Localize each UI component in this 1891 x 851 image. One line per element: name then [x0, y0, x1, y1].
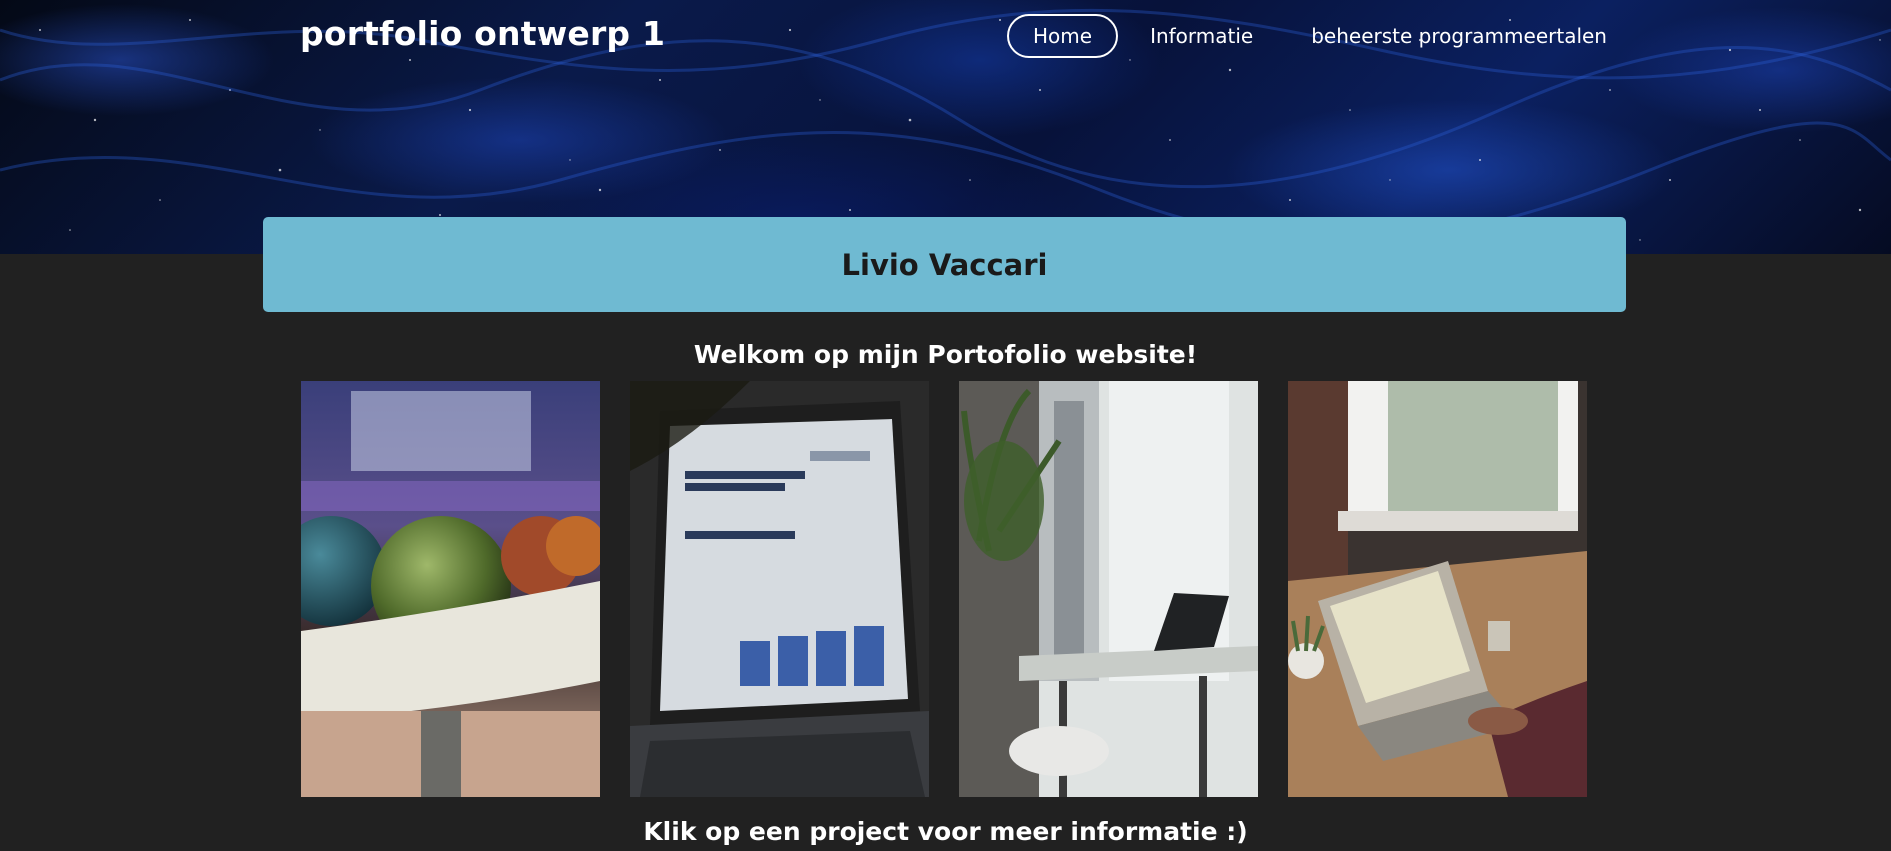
project-card-1[interactable] [301, 381, 600, 797]
project-card-3[interactable] [959, 381, 1258, 797]
laptop-screen-image [630, 381, 929, 797]
nav-home[interactable]: Home [1007, 14, 1119, 58]
bowling-balls-image [301, 381, 600, 797]
project-gallery [301, 381, 1587, 797]
person-typing-image [1288, 381, 1587, 797]
welcome-heading: Welkom op mijn Portofolio website! [693, 340, 1198, 369]
owner-name: Livio Vaccari [841, 247, 1048, 282]
project-card-2[interactable] [630, 381, 929, 797]
project-card-4[interactable] [1288, 381, 1587, 797]
name-banner: Livio Vaccari [263, 217, 1626, 312]
site-title[interactable]: portfolio ontwerp 1 [300, 14, 665, 53]
office-laptop-image [959, 381, 1258, 797]
project-hint: Klik op een project voor meer informatie… [643, 817, 1248, 846]
nav-programmeertalen[interactable]: beheerste programmeertalen [1285, 14, 1633, 58]
hero-header: portfolio ontwerp 1 Home Informatie behe… [0, 0, 1891, 254]
main-nav: Home Informatie beheerste programmeertal… [1007, 14, 1633, 58]
nav-informatie[interactable]: Informatie [1124, 14, 1279, 58]
